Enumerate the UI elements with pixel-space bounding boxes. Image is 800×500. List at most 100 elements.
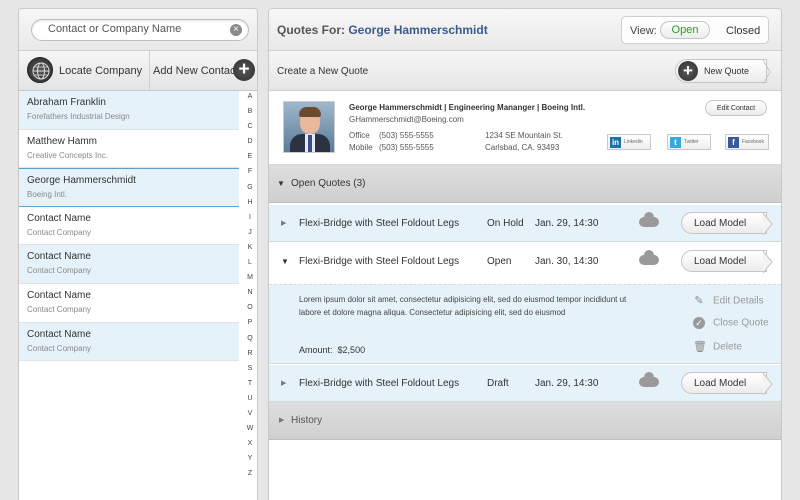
alpha-letter[interactable]: W — [243, 425, 257, 440]
alpha-letter[interactable]: Z — [243, 470, 257, 485]
alpha-letter[interactable]: R — [243, 350, 257, 365]
contact-company: Contact Company — [27, 266, 92, 276]
quote-row[interactable]: ▶ Flexi-Bridge with Steel Foldout Legs D… — [269, 365, 781, 402]
trash-icon: 🗑 — [693, 341, 707, 353]
contact-item[interactable]: Contact Name Contact Company — [19, 245, 239, 284]
close-quote-button[interactable]: ✓ Close Quote — [693, 317, 769, 329]
view-label: View: — [630, 25, 657, 37]
history-header[interactable]: ▶ History — [269, 402, 781, 440]
alpha-letter[interactable]: U — [243, 395, 257, 410]
contact-name: Contact Name — [27, 212, 91, 224]
quote-status: Draft — [487, 378, 509, 389]
alpha-letter[interactable]: V — [243, 410, 257, 425]
facebook-button[interactable]: f Facebook — [725, 134, 769, 150]
quotes-for-label: Quotes For: — [277, 23, 345, 37]
contact-item[interactable]: Contact Name Contact Company — [19, 284, 239, 323]
contacts-search-bar: × — [19, 9, 257, 51]
alpha-letter[interactable]: F — [243, 168, 257, 183]
quotes-toolbar: Create a New Quote + New Quote — [269, 51, 781, 91]
contact-item[interactable]: Contact Name Contact Company — [19, 207, 239, 246]
alpha-letter[interactable]: C — [243, 123, 257, 138]
mobile-label: Mobile — [349, 143, 373, 152]
facebook-icon: f — [728, 137, 739, 148]
collapse-triangle-icon[interactable]: ▼ — [281, 257, 289, 266]
alpha-letter[interactable]: S — [243, 365, 257, 380]
edit-icon: ✎ — [694, 295, 704, 307]
contact-email[interactable]: GHammerschmidt@Boeing.com — [349, 115, 464, 124]
alpha-letter[interactable]: E — [243, 153, 257, 168]
alpha-letter[interactable]: B — [243, 108, 257, 123]
quote-detail: Lorem ipsum dolor sit amet, consectetur … — [269, 284, 781, 364]
alpha-letter[interactable]: D — [243, 138, 257, 153]
globe-icon[interactable] — [27, 57, 53, 83]
quote-row-expanded[interactable]: ▼ Flexi-Bridge with Steel Foldout Legs O… — [269, 243, 781, 280]
edit-details-label: Edit Details — [713, 295, 764, 307]
alpha-letter[interactable]: T — [243, 380, 257, 395]
alpha-letter[interactable]: A — [243, 93, 257, 108]
view-open-button[interactable]: Open — [660, 21, 710, 39]
alpha-letter[interactable]: Q — [243, 335, 257, 350]
contact-name: Contact Name — [27, 289, 91, 301]
add-new-contact-button[interactable]: Add New Contact — [153, 65, 239, 77]
quotes-header: Quotes For: George Hammerschmidt View: O… — [269, 9, 781, 51]
contact-item[interactable]: Contact Name Contact Company — [19, 322, 239, 362]
twitter-icon: t — [670, 137, 681, 148]
alpha-letter[interactable]: M — [243, 274, 257, 289]
contact-item[interactable]: Abraham Franklin Forefathers Industrial … — [19, 91, 239, 130]
contact-item-selected[interactable]: George Hammerschmidt Boeing Intl. — [19, 168, 239, 207]
alpha-letter[interactable]: J — [243, 229, 257, 244]
quote-name: Flexi-Bridge with Steel Foldout Legs — [299, 218, 460, 229]
mobile-phone: (503) 555-5555 — [379, 143, 434, 152]
twitter-button[interactable]: t Twitter — [667, 134, 711, 150]
quote-status: On Hold — [487, 218, 524, 229]
new-quote-button[interactable]: + New Quote — [675, 59, 771, 85]
quote-date: Jan. 29, 14:30 — [535, 218, 599, 229]
expand-triangle-icon[interactable]: ▶ — [281, 379, 286, 387]
alpha-letter[interactable]: H — [243, 199, 257, 214]
quote-description: Lorem ipsum dolor sit amet, consectetur … — [299, 295, 627, 317]
alpha-letter[interactable]: K — [243, 244, 257, 259]
alpha-letter[interactable]: G — [243, 184, 257, 199]
address-line-1: 1234 SE Mountain St. — [485, 131, 563, 140]
view-closed-button[interactable]: Closed — [726, 25, 760, 37]
delete-button[interactable]: 🗑 Delete — [693, 341, 742, 353]
alpha-letter[interactable]: Y — [243, 455, 257, 470]
open-quotes-header[interactable]: ▼ Open Quotes (3) — [269, 165, 781, 203]
expand-triangle-icon: ▶ — [279, 417, 285, 424]
load-model-label: Load Model — [694, 378, 747, 389]
search-input[interactable] — [48, 23, 228, 35]
quotes-panel: Quotes For: George Hammerschmidt View: O… — [268, 8, 782, 500]
alpha-letter[interactable]: I — [243, 214, 257, 229]
alpha-letter[interactable]: L — [243, 259, 257, 274]
add-contact-plus-icon[interactable]: + — [233, 59, 255, 81]
contact-name: Contact Name — [27, 328, 91, 340]
load-model-button[interactable]: Load Model — [681, 372, 773, 396]
office-label: Office — [349, 131, 370, 140]
contact-item[interactable]: Matthew Hamm Creative Concepts Inc. — [19, 130, 239, 169]
load-model-button[interactable]: Load Model — [681, 250, 773, 274]
edit-contact-button[interactable]: Edit Contact — [705, 100, 767, 116]
quote-date: Jan. 30, 14:30 — [535, 256, 599, 267]
contacts-toolbar: Locate Company Add New Contact + — [19, 51, 257, 91]
clear-search-icon[interactable]: × — [230, 24, 242, 36]
alpha-letter[interactable]: P — [243, 319, 257, 334]
toolbar-divider — [149, 51, 150, 91]
alpha-letter[interactable]: O — [243, 304, 257, 319]
quote-row[interactable]: ▶ Flexi-Bridge with Steel Foldout Legs O… — [269, 205, 781, 242]
contact-company: Contact Company — [27, 227, 92, 237]
expand-triangle-icon[interactable]: ▶ — [281, 219, 286, 227]
contact-avatar — [283, 101, 335, 153]
alpha-letter[interactable]: N — [243, 289, 257, 304]
search-box[interactable]: × — [31, 19, 249, 41]
new-quote-label: New Quote — [704, 66, 750, 76]
address-line-2: Carlsbad, CA. 93493 — [485, 143, 560, 152]
office-phone: (503) 555-5555 — [379, 131, 434, 140]
locate-company-button[interactable]: Locate Company — [59, 65, 142, 77]
alpha-letter[interactable]: X — [243, 440, 257, 455]
load-model-button[interactable]: Load Model — [681, 212, 773, 236]
cloud-icon — [639, 372, 659, 387]
view-toggle: View: Open Closed — [621, 16, 769, 44]
linkedin-button[interactable]: in Linkedin — [607, 134, 651, 150]
quote-amount: Amount: $2,500 — [299, 345, 365, 355]
edit-details-button[interactable]: ✎ Edit Details — [693, 295, 764, 307]
